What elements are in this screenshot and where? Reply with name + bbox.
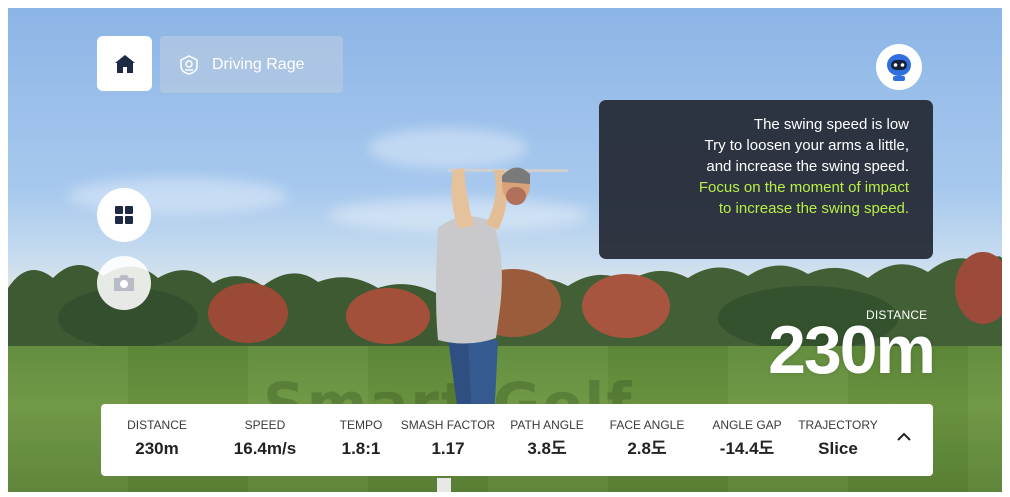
stat-distance: DISTANCE 230m [127,417,187,459]
course-label: Driving Rage [212,55,305,73]
stat-angle-gap: ANGLE GAP -14.4도 [712,417,781,459]
camera-button[interactable] [97,256,151,310]
stat-value: -14.4도 [719,439,775,458]
stat-label: SMASH FACTOR [400,418,496,432]
stat-value: 1.17 [431,439,465,458]
stat-label: SPEED [244,418,286,432]
stat-label: DISTANCE [127,418,187,432]
stat-trajectory: TRAJECTORY Slice [798,417,878,459]
shot-stats-bar: DISTANCE 230m SPEED 16.4m/s TEMPO 1.8:1 … [101,404,933,476]
stat-face-angle: FACE ANGLE 2.8도 [610,417,685,459]
stat-path-angle: PATH ANGLE 3.8도 [510,417,584,459]
tee-marker [437,478,451,492]
stat-value: 1.8:1 [341,439,381,458]
stat-value: 3.8도 [527,439,567,458]
coach-avatar-button[interactable] [876,44,922,90]
course-emblem-icon [178,54,200,76]
tip-line: Try to loosen your arms a little, [704,137,909,154]
distance-value-large: 230m [768,312,936,388]
stat-label: FACE ANGLE [609,418,685,432]
stat-value: 16.4m/s [233,439,297,458]
stat-value: 230m [135,439,179,458]
tip-highlight-line: to increase the swing speed. [718,200,909,217]
tip-line: and increase the swing speed. [706,158,909,175]
stat-value: 2.8도 [627,439,667,458]
game-viewport: Smart Golf Driving Rage [8,8,1002,492]
tip-line: The swing speed is low [753,116,909,133]
home-button[interactable] [97,36,152,91]
camera-icon [114,275,134,291]
chevron-up-icon [897,432,911,441]
stat-label: TEMPO [339,418,383,432]
menu-grid-button[interactable] [97,188,151,242]
course-selector[interactable]: Driving Rage [160,36,343,93]
stat-label: TRAJECTORY [798,418,878,432]
stat-value: Slice [818,439,858,458]
tip-highlight-line: Focus on the moment of impact [698,179,909,196]
stat-tempo: TEMPO 1.8:1 [340,417,383,459]
expand-stats-button[interactable] [893,426,915,448]
stat-smash-factor: SMASH FACTOR 1.17 [401,417,495,459]
home-icon [114,54,135,73]
stat-speed: SPEED 16.4m/s [234,417,296,459]
stat-label: ANGLE GAP [712,418,782,432]
stat-label: PATH ANGLE [510,418,584,432]
robot-coach-icon [887,54,911,81]
coaching-tip-panel: The swing speed is low Try to loosen you… [599,100,933,259]
grid-icon [115,206,133,224]
